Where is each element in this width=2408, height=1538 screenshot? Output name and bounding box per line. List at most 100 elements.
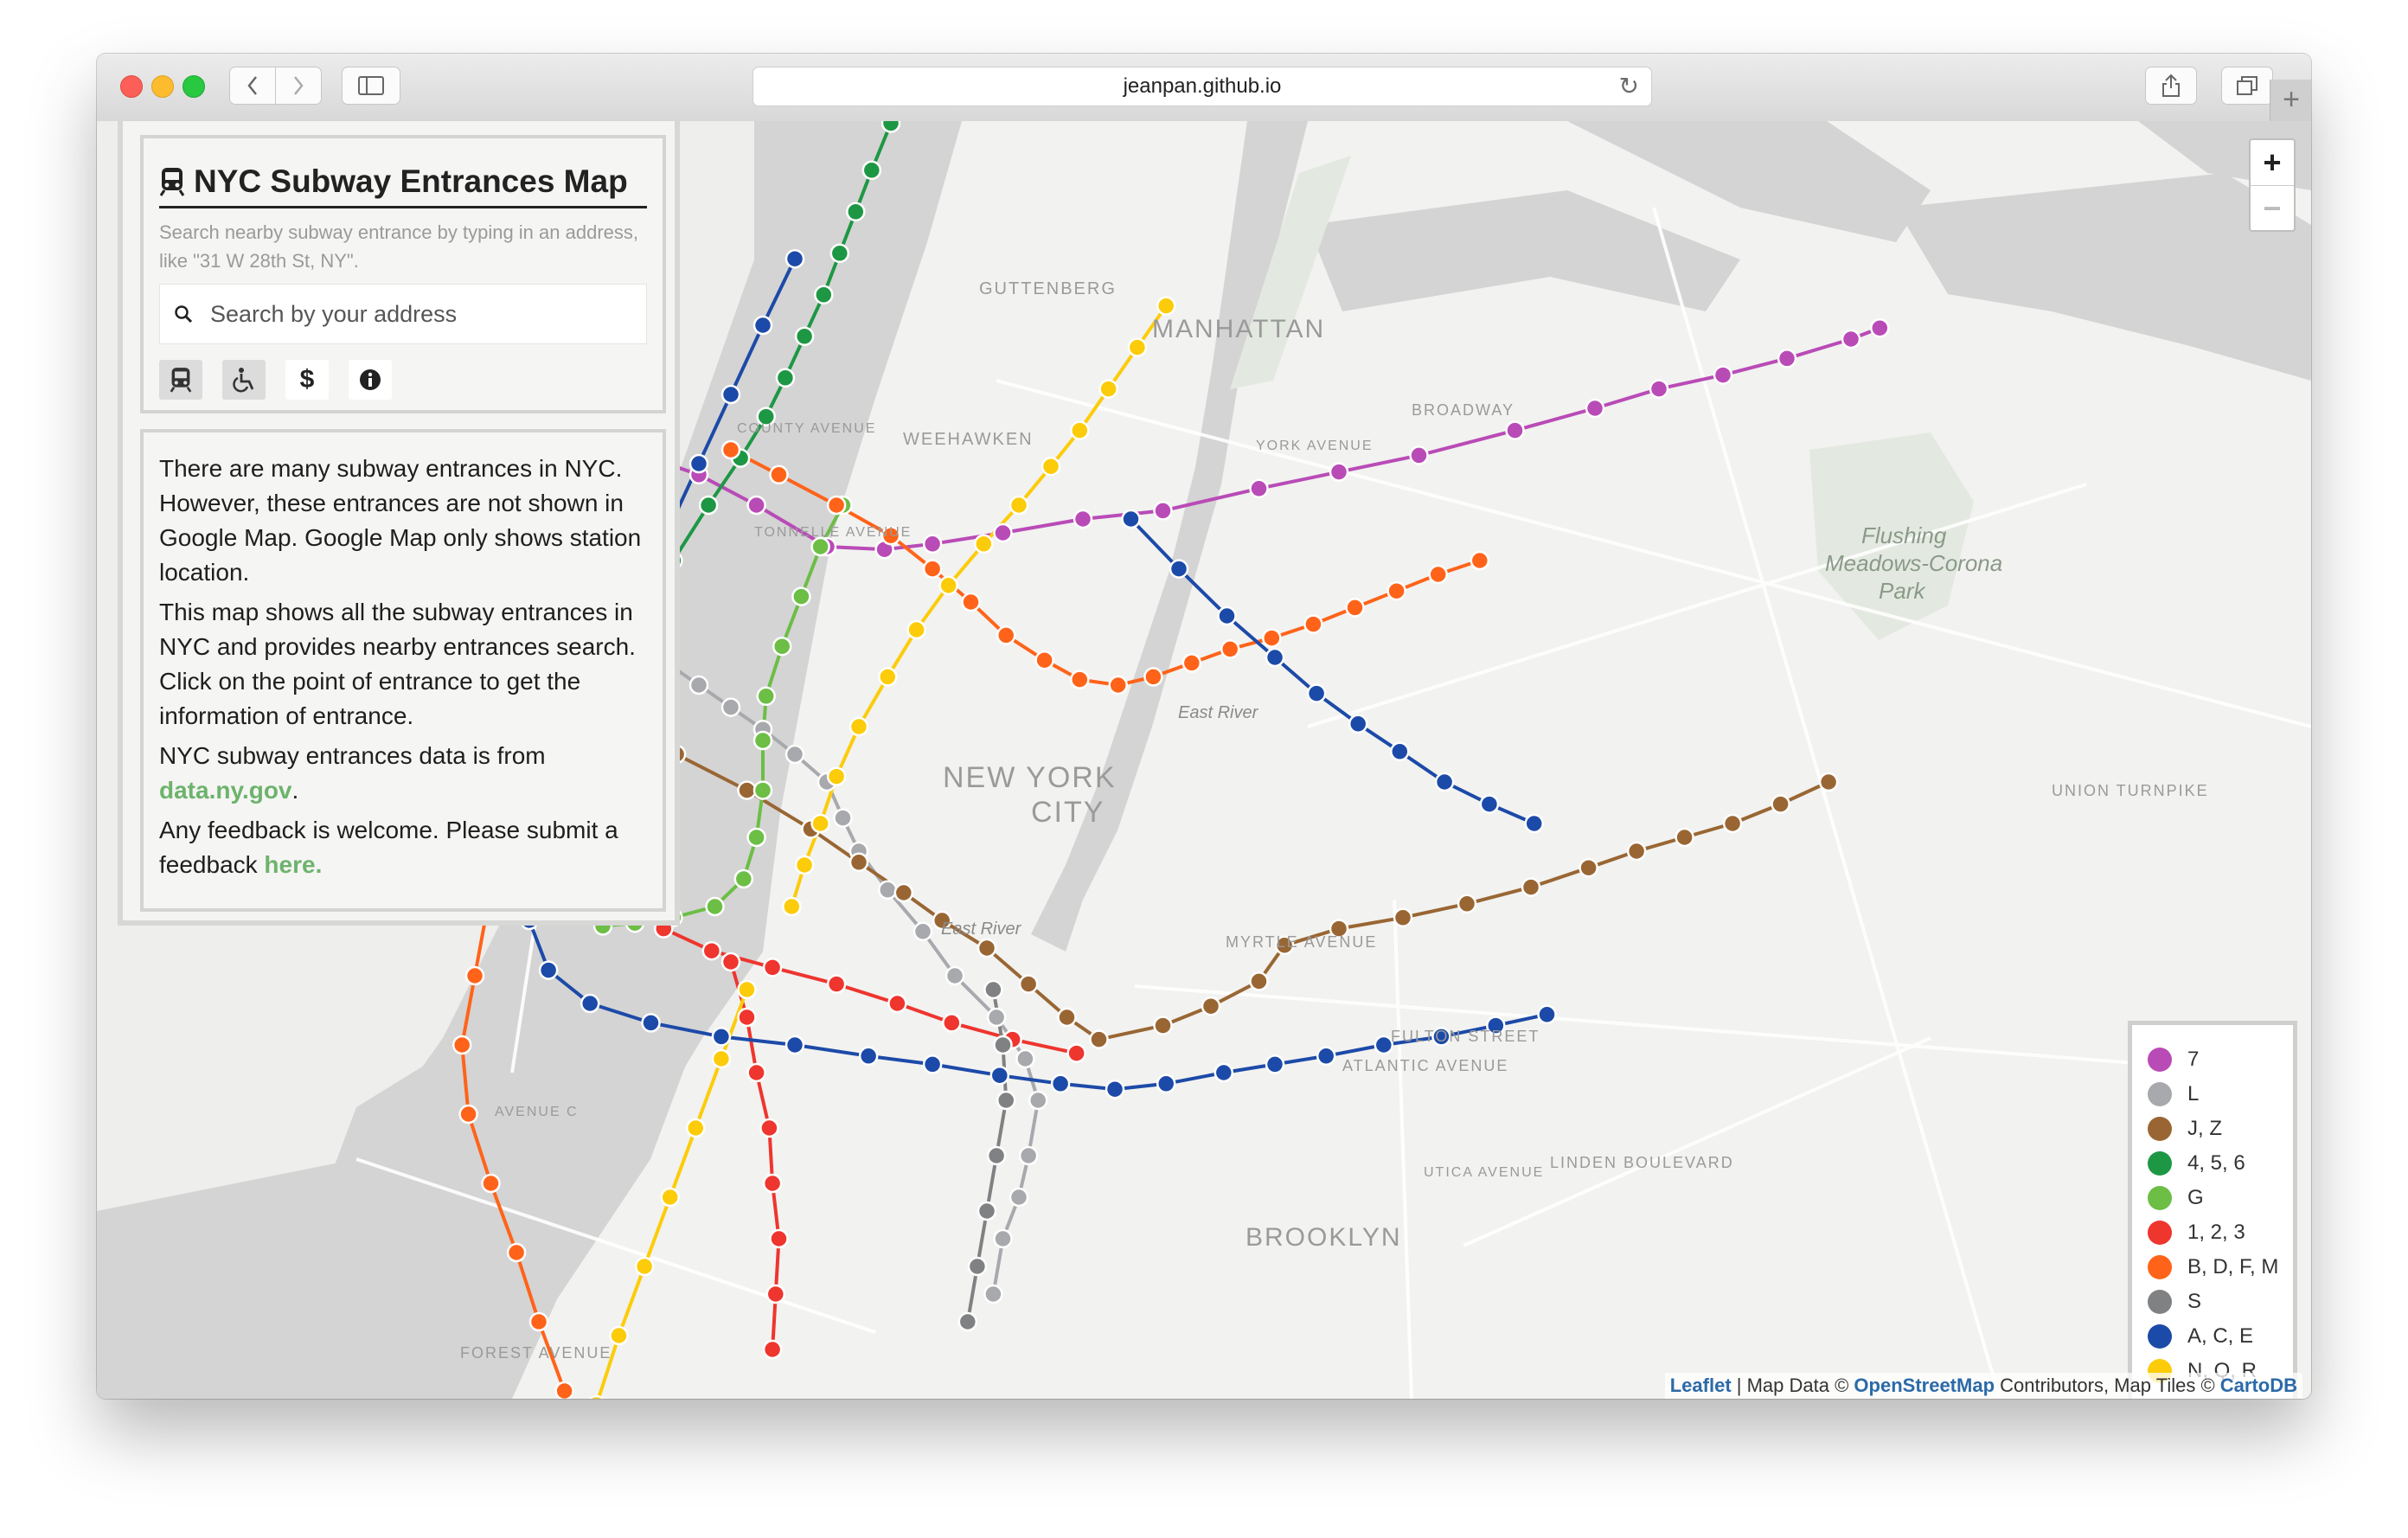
subway-entrance-marker[interactable]	[1249, 971, 1269, 991]
subway-entrance-marker[interactable]	[580, 993, 600, 1014]
subway-entrance-marker[interactable]	[1015, 1048, 1035, 1069]
subway-entrance-marker[interactable]	[746, 827, 766, 848]
subway-entrance-marker[interactable]	[660, 1187, 680, 1208]
subway-entrance-marker[interactable]	[458, 1104, 478, 1125]
subway-entrance-marker[interactable]	[1143, 667, 1163, 687]
leaflet-link[interactable]: Leaflet	[1670, 1375, 1732, 1396]
subway-entrance-marker[interactable]	[506, 1242, 527, 1263]
subway-entrance-marker[interactable]	[1070, 420, 1090, 440]
subway-entrance-marker[interactable]	[961, 592, 981, 612]
subway-entrance-marker[interactable]	[1262, 628, 1282, 648]
subway-entrance-marker[interactable]	[986, 1007, 1007, 1028]
subway-entrance-marker[interactable]	[906, 619, 926, 640]
subway-entrance-marker[interactable]	[1265, 1054, 1285, 1074]
subway-entrance-marker[interactable]	[846, 202, 866, 222]
subway-entrance-marker[interactable]	[1153, 1016, 1173, 1035]
subway-entrance-marker[interactable]	[983, 1284, 1003, 1304]
subway-entrance-marker[interactable]	[701, 940, 722, 961]
subway-entrance-marker[interactable]	[756, 686, 776, 707]
subway-entrance-marker[interactable]	[775, 368, 796, 388]
subway-entrance-marker[interactable]	[1675, 827, 1694, 848]
share-button[interactable]	[2145, 67, 2197, 105]
subway-entrance-marker[interactable]	[528, 1311, 549, 1332]
forward-button[interactable]	[275, 67, 322, 105]
subway-entrance-marker[interactable]	[464, 965, 485, 986]
subway-entrance-marker[interactable]	[814, 285, 834, 305]
close-window-button[interactable]	[120, 75, 143, 98]
feedback-link[interactable]: here.	[264, 851, 322, 878]
info-button[interactable]	[349, 360, 392, 400]
subway-entrance-marker[interactable]	[1722, 813, 1743, 834]
subway-entrance-marker[interactable]	[977, 1201, 997, 1221]
subway-entrance-marker[interactable]	[1505, 420, 1525, 440]
subway-entrance-marker[interactable]	[1841, 329, 1861, 349]
subway-entrance-marker[interactable]	[833, 808, 853, 828]
subway-entrance-marker[interactable]	[1098, 379, 1118, 399]
subway-entrance-marker[interactable]	[1649, 379, 1669, 399]
subway-entrance-marker[interactable]	[922, 1054, 943, 1074]
subway-entrance-marker[interactable]	[1316, 1046, 1336, 1067]
subway-entrance-marker[interactable]	[967, 1256, 988, 1277]
subway-entrance-marker[interactable]	[977, 938, 997, 958]
subway-entrance-marker[interactable]	[826, 974, 847, 994]
subway-entrance-marker[interactable]	[1127, 337, 1148, 357]
subway-entrance-marker[interactable]	[1034, 650, 1054, 670]
subway-entrance-marker[interactable]	[1018, 1145, 1039, 1166]
subway-entrance-marker[interactable]	[720, 697, 741, 717]
back-button[interactable]	[229, 67, 276, 105]
subway-entrance-marker[interactable]	[1249, 478, 1269, 499]
subway-entrance-marker[interactable]	[688, 453, 709, 474]
subway-entrance-marker[interactable]	[782, 896, 802, 917]
subway-entrance-marker[interactable]	[720, 439, 741, 460]
subway-entrance-marker[interactable]	[1009, 1187, 1029, 1208]
subway-entrance-marker[interactable]	[481, 1173, 501, 1194]
subway-entrance-marker[interactable]	[1217, 606, 1237, 626]
subway-entrance-marker[interactable]	[1393, 907, 1413, 928]
subway-entrance-marker[interactable]	[765, 1284, 786, 1304]
subway-entrance-marker[interactable]	[1585, 398, 1605, 419]
subway-entrance-marker[interactable]	[957, 1311, 978, 1332]
subway-entrance-marker[interactable]	[746, 495, 766, 516]
subway-entrance-marker[interactable]	[878, 880, 898, 900]
subway-entrance-marker[interactable]	[759, 1118, 779, 1138]
minimize-window-button[interactable]	[151, 75, 174, 98]
subway-entrance-marker[interactable]	[1434, 772, 1455, 792]
subway-entrance-marker[interactable]	[785, 248, 805, 269]
subway-entrance-marker[interactable]	[996, 625, 1016, 645]
subway-entrance-marker[interactable]	[1470, 550, 1490, 571]
subway-entrance-marker[interactable]	[794, 855, 815, 875]
address-bar[interactable]: jeanpan.github.io ↻	[752, 67, 1652, 106]
subway-entrance-marker[interactable]	[1387, 580, 1406, 601]
subway-entrance-marker[interactable]	[1156, 1073, 1176, 1094]
subway-entrance-marker[interactable]	[698, 495, 719, 516]
new-tab-button[interactable]: +	[2270, 80, 2311, 121]
subway-entrance-marker[interactable]	[1374, 1035, 1394, 1055]
subway-entrance-marker[interactable]	[1329, 462, 1349, 482]
openstreetmap-link[interactable]: OpenStreetMap	[1854, 1375, 1995, 1396]
cartodb-link[interactable]: CartoDB	[2220, 1375, 2297, 1396]
tabs-overview-button[interactable]	[2221, 67, 2273, 105]
subway-entrance-marker[interactable]	[772, 636, 792, 657]
subway-entrance-marker[interactable]	[711, 1048, 732, 1069]
subway-entrance-marker[interactable]	[913, 921, 933, 942]
subway-entrance-marker[interactable]	[922, 534, 943, 554]
subway-entrance-marker[interactable]	[849, 852, 869, 873]
subway-entrance-marker[interactable]	[1524, 813, 1544, 834]
search-field[interactable]	[159, 284, 647, 344]
fare-filter-button[interactable]: $	[285, 360, 329, 400]
subway-entrance-marker[interactable]	[538, 960, 559, 980]
subway-entrance-marker[interactable]	[826, 495, 847, 516]
maximize-window-button[interactable]	[183, 75, 205, 98]
zoom-out-button[interactable]: −	[2251, 185, 2294, 231]
subway-entrance-marker[interactable]	[1057, 1007, 1077, 1028]
subway-entrance-marker[interactable]	[1028, 1090, 1048, 1111]
subway-entrance-marker[interactable]	[1265, 647, 1285, 668]
subway-entrance-marker[interactable]	[1201, 996, 1221, 1016]
subway-entrance-marker[interactable]	[791, 586, 811, 606]
data-source-link[interactable]: data.ny.gov	[159, 777, 292, 804]
subway-entrance-marker[interactable]	[1345, 598, 1365, 618]
subway-entrance-marker[interactable]	[737, 780, 757, 800]
subway-entrance-marker[interactable]	[881, 121, 901, 133]
subway-entrance-marker[interactable]	[1348, 714, 1368, 734]
subway-entrance-marker[interactable]	[989, 1065, 1010, 1086]
